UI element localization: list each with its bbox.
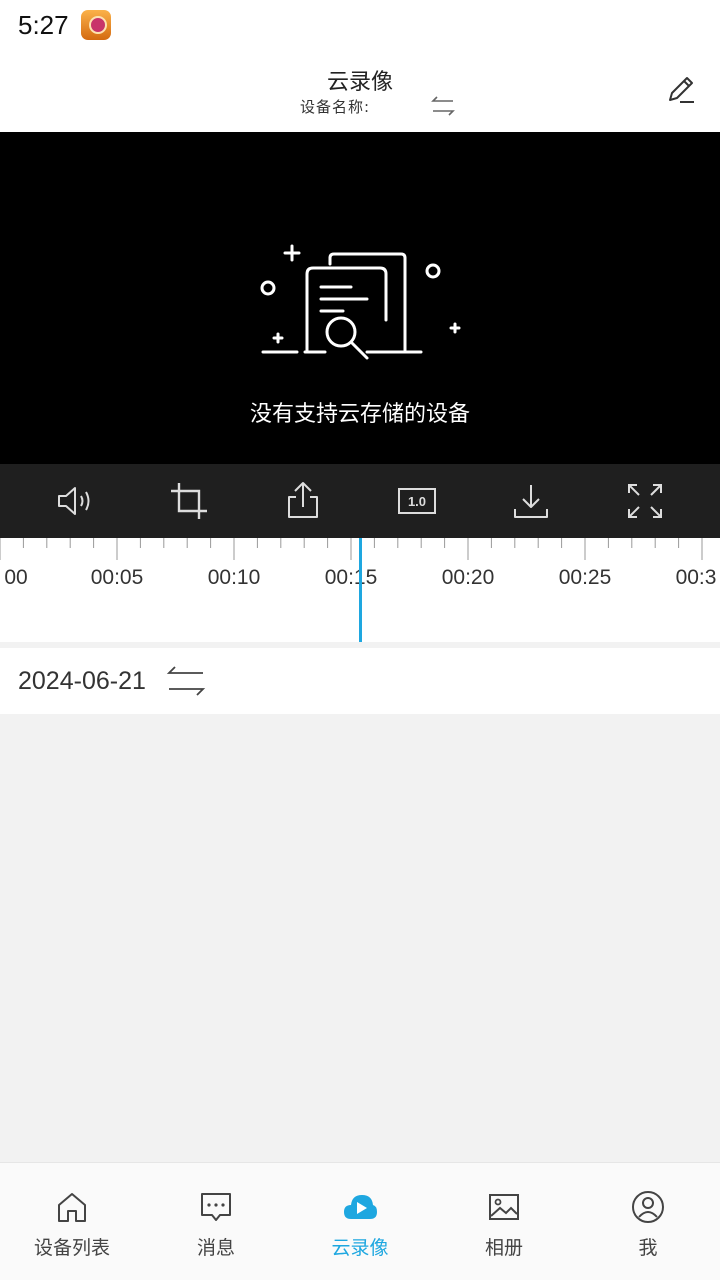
speed-button[interactable]: 1.0	[395, 479, 439, 523]
share-icon	[288, 482, 318, 518]
download-icon	[514, 485, 548, 518]
gallery-icon	[489, 1194, 519, 1220]
download-button[interactable]	[509, 479, 553, 523]
playhead-cursor[interactable]	[359, 538, 362, 642]
nav-item-device-list[interactable]: 设备列表	[0, 1163, 144, 1280]
time-label: 00	[4, 566, 28, 589]
recording-list-area	[0, 714, 720, 1162]
nav-label: 云录像	[331, 1237, 389, 1259]
speaker-icon	[58, 487, 90, 515]
nav-item-gallery[interactable]: 相册	[432, 1163, 576, 1280]
device-name-label: 设备名称:	[300, 98, 371, 116]
bottom-nav: 设备列表 消息 云录像 相册 我	[0, 1162, 720, 1280]
svg-text:1.0: 1.0	[408, 494, 426, 509]
volume-button[interactable]	[53, 479, 97, 523]
nav-label: 我	[638, 1237, 658, 1259]
player-toolbar: 1.0	[0, 464, 720, 538]
nav-item-messages[interactable]: 消息	[144, 1163, 288, 1280]
no-recording-illustration-icon	[260, 244, 461, 360]
status-time: 5:27	[18, 9, 69, 40]
device-name-row[interactable]: 设备名称:	[300, 96, 370, 117]
status-bar: 5:27	[0, 0, 720, 50]
nav-label: 相册	[484, 1237, 523, 1259]
nav-item-cloud-recording[interactable]: 云录像	[288, 1163, 432, 1280]
home-icon	[58, 1193, 86, 1222]
empty-message: 没有支持云存储的设备	[249, 402, 470, 427]
time-label: 00:3	[675, 566, 717, 589]
switch-date-icon[interactable]	[166, 661, 206, 701]
fullscreen-button[interactable]	[623, 479, 667, 523]
message-icon	[201, 1193, 231, 1221]
fullscreen-icon	[628, 484, 662, 518]
speed-icon: 1.0	[398, 488, 436, 514]
date-text[interactable]: 2024-06-21	[18, 667, 146, 696]
time-label: 00:05	[90, 566, 144, 589]
app-notification-icon	[80, 10, 111, 40]
crop-button[interactable]	[167, 479, 211, 523]
time-label: 00:25	[558, 566, 612, 589]
time-label: 00:10	[207, 566, 261, 589]
crop-icon	[171, 483, 207, 519]
video-player[interactable]: 没有支持云存储的设备	[0, 132, 720, 464]
nav-label: 消息	[196, 1237, 235, 1259]
user-icon	[632, 1191, 664, 1223]
nav-label: 设备列表	[33, 1237, 110, 1259]
edit-icon[interactable]	[664, 72, 698, 106]
cloud-play-icon	[344, 1195, 377, 1219]
timeline-scrubber[interactable]: 00 00:05 00:10 00:15 00:20 00:25 00:3	[0, 538, 720, 642]
page-title: 云录像	[326, 70, 393, 95]
time-label: 00:20	[441, 566, 495, 589]
time-label: 00:15	[324, 566, 378, 589]
date-bar: 2024-06-21	[0, 648, 720, 714]
title-bar: 云录像 设备名称:	[0, 50, 720, 132]
share-button[interactable]	[281, 479, 325, 523]
switch-device-icon[interactable]	[430, 94, 456, 118]
nav-item-me[interactable]: 我	[576, 1163, 720, 1280]
